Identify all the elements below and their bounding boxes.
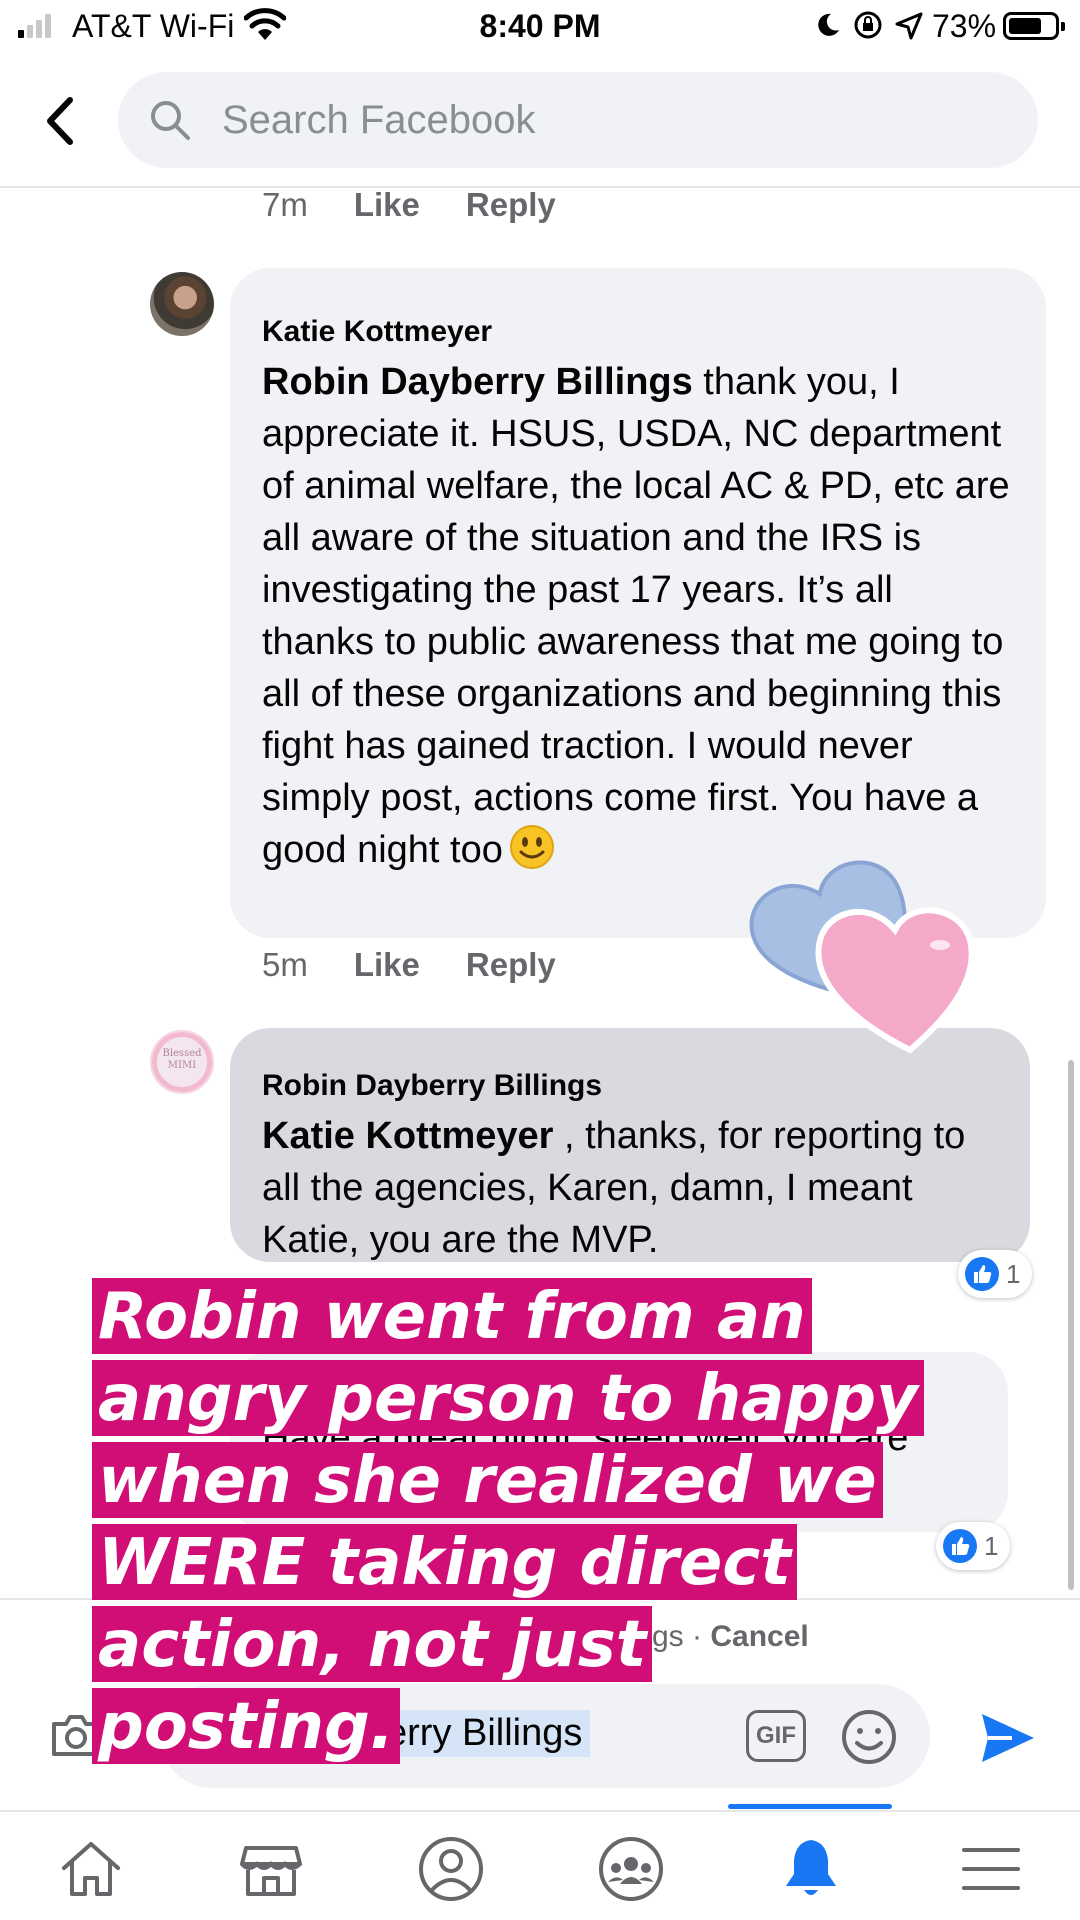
search-bar[interactable] bbox=[118, 72, 1038, 168]
scrollbar[interactable] bbox=[1068, 1060, 1074, 1590]
comment-body: thank you, I appreciate it. HSUS, USDA, … bbox=[262, 361, 1010, 871]
smiley-emoji-icon bbox=[509, 825, 554, 869]
menu-icon bbox=[962, 1848, 1020, 1890]
status-bar: AT&T Wi-Fi 8:40 PM 73% bbox=[0, 0, 1080, 56]
search-input[interactable] bbox=[222, 86, 1002, 154]
search-header bbox=[0, 56, 1080, 188]
caption-line: WERE taking direct bbox=[92, 1524, 797, 1600]
comment-actions: 7m Like Reply bbox=[262, 186, 556, 224]
avatar[interactable] bbox=[150, 272, 214, 336]
search-icon bbox=[151, 101, 190, 140]
caption-line: posting. bbox=[92, 1688, 401, 1764]
like-button[interactable]: Like bbox=[354, 946, 420, 984]
groups-icon bbox=[599, 1837, 663, 1901]
marketplace-icon bbox=[240, 1846, 302, 1896]
caption-line: Robin went from an bbox=[92, 1278, 812, 1354]
groups-tab[interactable] bbox=[596, 1834, 666, 1904]
mention-link[interactable]: Robin Dayberry Billings bbox=[262, 361, 693, 403]
moon-icon bbox=[818, 13, 839, 36]
avatar[interactable]: Blessed MIMI bbox=[150, 1030, 214, 1094]
reply-button[interactable]: Reply bbox=[466, 946, 556, 984]
caption-line: action, not just bbox=[92, 1606, 653, 1682]
home-icon bbox=[62, 1842, 120, 1896]
bell-icon bbox=[786, 1840, 836, 1895]
reply-button[interactable]: Reply bbox=[466, 186, 556, 224]
active-tab-indicator bbox=[728, 1804, 892, 1809]
profile-tab[interactable] bbox=[416, 1834, 486, 1904]
profile-icon bbox=[419, 1837, 483, 1901]
comment-time: 7m bbox=[262, 186, 308, 223]
reaction-count[interactable]: 1 bbox=[958, 1250, 1033, 1298]
caption-line: angry person to happy bbox=[92, 1360, 924, 1436]
reaction-count-value: 1 bbox=[1006, 1258, 1021, 1289]
menu-tab[interactable] bbox=[956, 1834, 1026, 1904]
notifications-tab[interactable] bbox=[776, 1834, 846, 1904]
send-icon[interactable] bbox=[978, 1710, 1038, 1766]
rotation-lock-icon bbox=[854, 11, 882, 39]
mention-link[interactable]: Katie Kottmeyer bbox=[262, 1115, 553, 1157]
comment-bubble[interactable]: Robin Dayberry Billings Katie Kottmeyer … bbox=[230, 1028, 1030, 1262]
comment-actions: 5m Like Reply bbox=[262, 946, 556, 984]
comment-text: Katie Kottmeyer , thanks, for reporting … bbox=[262, 1110, 998, 1266]
comment-author[interactable]: Katie Kottmeyer bbox=[262, 312, 1014, 352]
battery-percent: 73% bbox=[932, 8, 997, 44]
bottom-nav bbox=[0, 1810, 1080, 1920]
back-button[interactable] bbox=[40, 94, 80, 148]
comment-time: 5m bbox=[262, 946, 308, 983]
like-button[interactable]: Like bbox=[354, 186, 420, 224]
home-tab[interactable] bbox=[56, 1834, 126, 1904]
comment-text: Robin Dayberry Billings thank you, I app… bbox=[262, 356, 1014, 876]
avatar-text: Blessed MIMI bbox=[162, 1048, 202, 1071]
thumbs-up-icon bbox=[965, 1257, 999, 1291]
hearts-sticker bbox=[749, 860, 975, 1054]
comment-bubble[interactable]: Katie Kottmeyer Robin Dayberry Billings … bbox=[230, 268, 1046, 938]
comment-author[interactable]: Robin Dayberry Billings bbox=[262, 1066, 998, 1106]
battery-icon bbox=[1003, 12, 1065, 40]
marketplace-tab[interactable] bbox=[236, 1834, 306, 1904]
caption-line: when she realized we bbox=[92, 1442, 883, 1518]
reaction-count-value: 1 bbox=[984, 1530, 999, 1561]
story-caption: Robin went from an angry person to happy… bbox=[92, 1276, 952, 1768]
location-arrow-icon bbox=[895, 12, 923, 40]
